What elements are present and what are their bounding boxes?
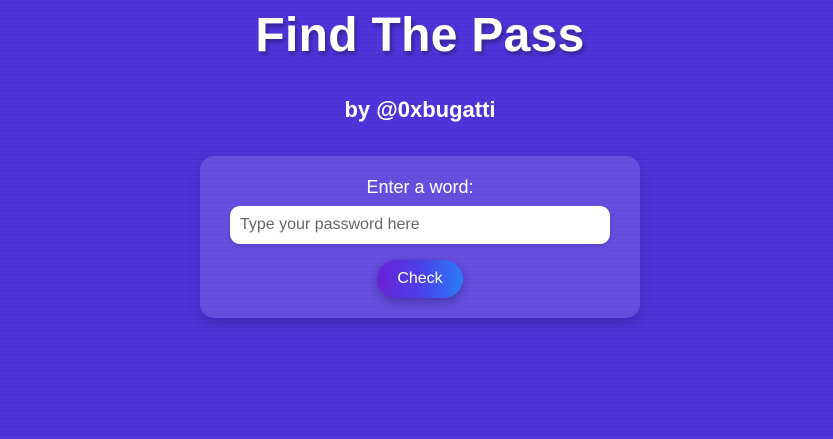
author-subtitle: by @0xbugatti — [344, 97, 496, 122]
password-form-card: Enter a word: Check — [200, 156, 640, 318]
password-input[interactable] — [230, 206, 610, 244]
page-title: Find The Pass — [255, 9, 585, 62]
check-button[interactable]: Check — [377, 260, 463, 298]
word-prompt-label: Enter a word: — [366, 177, 474, 197]
